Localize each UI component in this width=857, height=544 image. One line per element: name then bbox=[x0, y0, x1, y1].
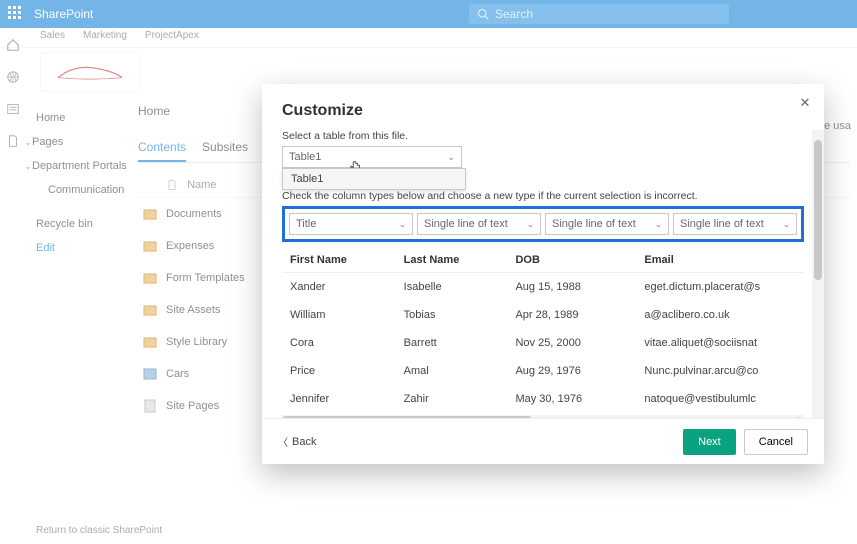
col-header: First Name bbox=[282, 248, 396, 273]
close-button[interactable]: ✕ bbox=[796, 94, 814, 112]
table-select-option[interactable]: Table1 bbox=[282, 168, 466, 190]
column-type-select-2[interactable]: Single line of text ⌄ bbox=[545, 213, 669, 235]
coltype-value: Single line of text bbox=[680, 218, 764, 230]
table-row: PriceAmalAug 29, 1976Nunc.pulvinar.arcu@… bbox=[282, 357, 804, 385]
scrollbar-thumb[interactable] bbox=[814, 140, 822, 280]
column-type-select-1[interactable]: Single line of text ⌄ bbox=[417, 213, 541, 235]
table-row: WilliamTobiasApr 28, 1989a@aclibero.co.u… bbox=[282, 301, 804, 329]
chevron-down-icon: ⌄ bbox=[654, 219, 662, 230]
back-label: Back bbox=[292, 436, 316, 448]
column-type-select-0[interactable]: Title ⌄ bbox=[289, 213, 413, 235]
chevron-down-icon: ⌄ bbox=[526, 219, 534, 230]
col-header: Last Name bbox=[396, 248, 508, 273]
cancel-button[interactable]: Cancel bbox=[744, 429, 808, 455]
horizontal-scrollbar[interactable]: ▸ bbox=[282, 415, 804, 418]
dialog-title: Customize bbox=[262, 84, 824, 130]
column-type-select-3[interactable]: Single line of text ⌄ bbox=[673, 213, 797, 235]
chevron-down-icon: ⌄ bbox=[447, 152, 455, 163]
table-row: CoraBarrettNov 25, 2000vitae.aliquet@soc… bbox=[282, 329, 804, 357]
scrollbar-thumb[interactable] bbox=[282, 416, 532, 418]
chevron-left-icon: 〈 bbox=[278, 434, 288, 449]
col-header: DOB bbox=[507, 248, 636, 273]
coltype-value: Title bbox=[296, 218, 316, 230]
back-button[interactable]: 〈 Back bbox=[278, 434, 316, 449]
next-button[interactable]: Next bbox=[683, 429, 736, 455]
dialog-footer: 〈 Back Next Cancel bbox=[262, 418, 824, 464]
scroll-right-arrow-icon[interactable]: ▸ bbox=[797, 414, 802, 418]
coltype-value: Single line of text bbox=[552, 218, 636, 230]
column-type-row: Title ⌄ Single line of text ⌄ Single line … bbox=[282, 206, 804, 242]
table-select-value: Table1 bbox=[289, 151, 321, 163]
vertical-scrollbar[interactable] bbox=[812, 130, 824, 418]
table-select[interactable]: Table1 ⌄ bbox=[282, 146, 462, 168]
preview-table: First Name Last Name DOB Email XanderIsa… bbox=[282, 248, 804, 418]
coltype-value: Single line of text bbox=[424, 218, 508, 230]
chevron-down-icon: ⌄ bbox=[398, 219, 406, 230]
col-header: Email bbox=[636, 248, 804, 273]
customize-dialog: ✕ Customize Select a table from this fil… bbox=[262, 84, 824, 464]
table-row: XanderIsabelleAug 15, 1988eget.dictum.pl… bbox=[282, 273, 804, 302]
table-option-label: Table1 bbox=[291, 173, 323, 185]
chevron-down-icon: ⌄ bbox=[782, 219, 790, 230]
select-table-label: Select a table from this file. bbox=[282, 130, 804, 142]
table-row: JenniferZahirMay 30, 1976natoque@vestibu… bbox=[282, 385, 804, 413]
instruction-text: Check the column types below and choose … bbox=[282, 190, 804, 202]
